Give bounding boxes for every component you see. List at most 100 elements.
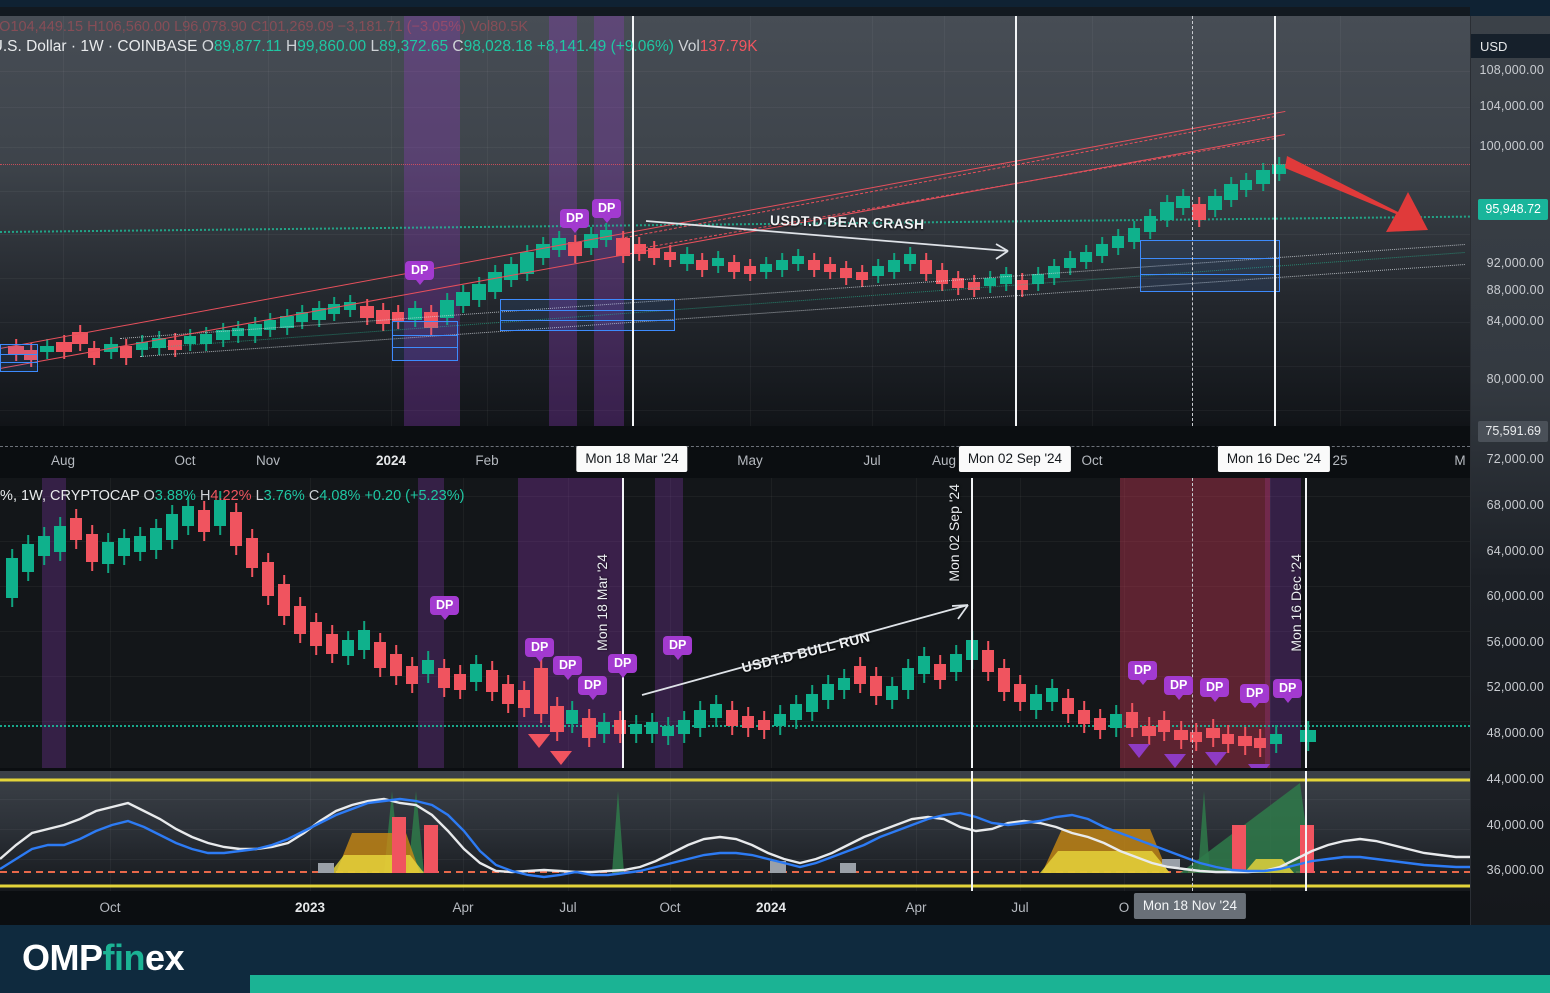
candle-body — [40, 346, 54, 352]
dp-marker-usdtd-9[interactable]: DP — [1240, 684, 1270, 709]
measure-box-btc-1[interactable] — [392, 321, 458, 361]
osc-red-bar-3 — [1300, 825, 1314, 873]
candle-body — [360, 306, 374, 318]
time-badge-top-2[interactable]: Mon 16 Dec '24 — [1217, 446, 1331, 472]
time-axis-top[interactable]: Aug Oct Nov 2024 Feb May Jul Aug Oct 25 M Mon 18 Ma… — [0, 446, 1470, 476]
candle-usdtd-9 — [150, 519, 162, 559]
time-label-top-5: May — [737, 453, 763, 468]
btcusd-legend-main-row: tcoin / U.S. Dollar · 1W · COINBASE O89,… — [0, 38, 758, 56]
time-badge-top-1[interactable]: Mon 02 Sep '24 — [958, 446, 1072, 472]
candle-body — [840, 268, 852, 278]
time-label-top-9: 25 — [1332, 453, 1348, 468]
dp-marker-btc-1[interactable]: DP — [560, 209, 590, 234]
candle-body — [598, 722, 610, 734]
candle-usdtd-6 — [102, 533, 114, 573]
candle-body — [1064, 258, 1076, 268]
candle-btc-33 — [536, 237, 550, 265]
osc-red-bar-0 — [392, 817, 406, 873]
usdtd-open-value: 3.88% — [154, 488, 196, 504]
candle-body — [38, 536, 50, 556]
candle-btc-41 — [664, 245, 676, 267]
pane-btcusd[interactable]: DP DP DP USDT.D BEAR CRASH — [0, 16, 1470, 426]
candle-btc-5 — [88, 341, 100, 365]
measure-box-btc-0[interactable] — [0, 344, 38, 372]
time-axis-bottom[interactable]: Oct 2023 Apr Jul Oct 2024 Apr Jul O Mon 18 Nov '2… — [0, 893, 1470, 923]
candle-body — [1206, 728, 1220, 738]
candle-body — [806, 694, 818, 712]
candle-btc-68 — [1096, 237, 1108, 263]
time-label-top-1: Oct — [174, 453, 196, 468]
candle-usdtd-57 — [918, 647, 930, 683]
candle-btc-47 — [760, 257, 772, 279]
candle-body — [54, 526, 66, 552]
dp-marker-usdtd-4[interactable]: DP — [608, 654, 638, 679]
dp-marker-btc-0[interactable]: DP — [405, 261, 435, 286]
dp-marker-usdtd-5[interactable]: DP — [663, 636, 693, 661]
price-tick-9: 64,000.00 — [1486, 544, 1544, 558]
dp-marker-usdtd-0[interactable]: DP — [430, 596, 460, 621]
candle-btc-64 — [1032, 267, 1044, 291]
usdtd-symbol-label[interactable]: , %, 1W, CRYPTOCAP — [0, 488, 139, 504]
dp-marker-usdtd-3[interactable]: DP — [578, 676, 608, 701]
time-badge-top-0[interactable]: Mon 18 Mar '24 — [576, 446, 688, 472]
candle-body — [1174, 730, 1188, 740]
candle-body — [1126, 712, 1138, 728]
dp-marker-usdtd-2[interactable]: DP — [553, 656, 583, 681]
candle-usdtd-41 — [662, 717, 674, 745]
currency-badge: USD — [1471, 34, 1550, 58]
candle-body — [376, 310, 390, 324]
candle-body — [1096, 244, 1108, 256]
candle-usdtd-61 — [982, 641, 994, 681]
dp-marker-usdtd-10[interactable]: DP — [1273, 679, 1303, 704]
candle-btc-46 — [744, 259, 756, 281]
candle-body — [456, 292, 470, 306]
candle-usdtd-22 — [358, 621, 370, 659]
candle-body — [744, 266, 756, 274]
candle-btc-57 — [920, 253, 932, 281]
candle-usdtd-62 — [998, 659, 1010, 701]
candle-usdtd-79 — [1270, 725, 1282, 753]
candle-btc-35 — [568, 235, 582, 263]
pane-oscillator[interactable] — [0, 771, 1470, 891]
time-label-bottom-1: 2023 — [294, 900, 326, 915]
volume-value: 137.79K — [699, 38, 758, 55]
btcusd-symbol-label[interactable]: tcoin / U.S. Dollar · 1W · COINBASE — [0, 38, 198, 55]
candle-btc-58 — [936, 263, 948, 291]
measure-box-btc-3[interactable] — [1140, 240, 1280, 292]
dp-marker-usdtd-7[interactable]: DP — [1164, 676, 1194, 701]
candle-body — [760, 264, 772, 272]
volume-key: Vol — [678, 38, 700, 55]
btcusd-legend-faded-text: NBASE O104,449.15 H106,560.00 L96,078.90… — [0, 19, 529, 35]
candle-body — [166, 514, 178, 540]
candle-usdtd-58 — [934, 655, 946, 689]
price-scale[interactable]: USD 108,000.00 104,000.00 100,000.00 92,000… — [1470, 16, 1550, 925]
candle-body — [726, 710, 738, 726]
candle-usdtd-2 — [38, 527, 50, 565]
dp-marker-usdtd-8[interactable]: DP — [1200, 678, 1230, 703]
candle-usdtd-55 — [886, 677, 898, 709]
candle-body — [1224, 184, 1238, 200]
candle-body — [774, 714, 786, 726]
measure-box-btc-2[interactable] — [500, 299, 675, 331]
candle-usdtd-48 — [774, 705, 786, 735]
time-label-bottom-6: Apr — [905, 900, 927, 915]
candle-body — [120, 346, 132, 358]
candle-usdtd-64 — [1030, 685, 1042, 719]
dp-marker-usdtd-6[interactable]: DP — [1128, 661, 1158, 686]
price-tick-5: 84,000.00 — [1486, 314, 1544, 328]
annotation-label-bear-crash: USDT.D BEAR CRASH — [769, 211, 925, 233]
candle-usdtd-28 — [454, 665, 466, 699]
time-badge-bottom-0[interactable]: Mon 18 Nov '24 — [1133, 893, 1247, 919]
candle-body — [776, 260, 788, 270]
pane-usdt-dominance[interactable]: DP DP DP DP DP DP DP DP DP DP DP USDT.D BULL RUN Mon… — [0, 478, 1470, 768]
dp-marker-btc-2[interactable]: DP — [592, 199, 622, 224]
candle-usdtd-68 — [1094, 709, 1106, 739]
candle-btc-74 — [1192, 197, 1206, 227]
dp-marker-usdtd-1[interactable]: DP — [525, 638, 555, 663]
candle-body — [1238, 736, 1252, 746]
candle-usdtd-21 — [342, 631, 354, 665]
price-tick-15: 40,000.00 — [1486, 818, 1544, 832]
candle-usdtd-33 — [534, 659, 548, 723]
signal-triangle-usdtd-4 — [1205, 752, 1227, 766]
grid-v-btc-12 — [1340, 16, 1341, 426]
